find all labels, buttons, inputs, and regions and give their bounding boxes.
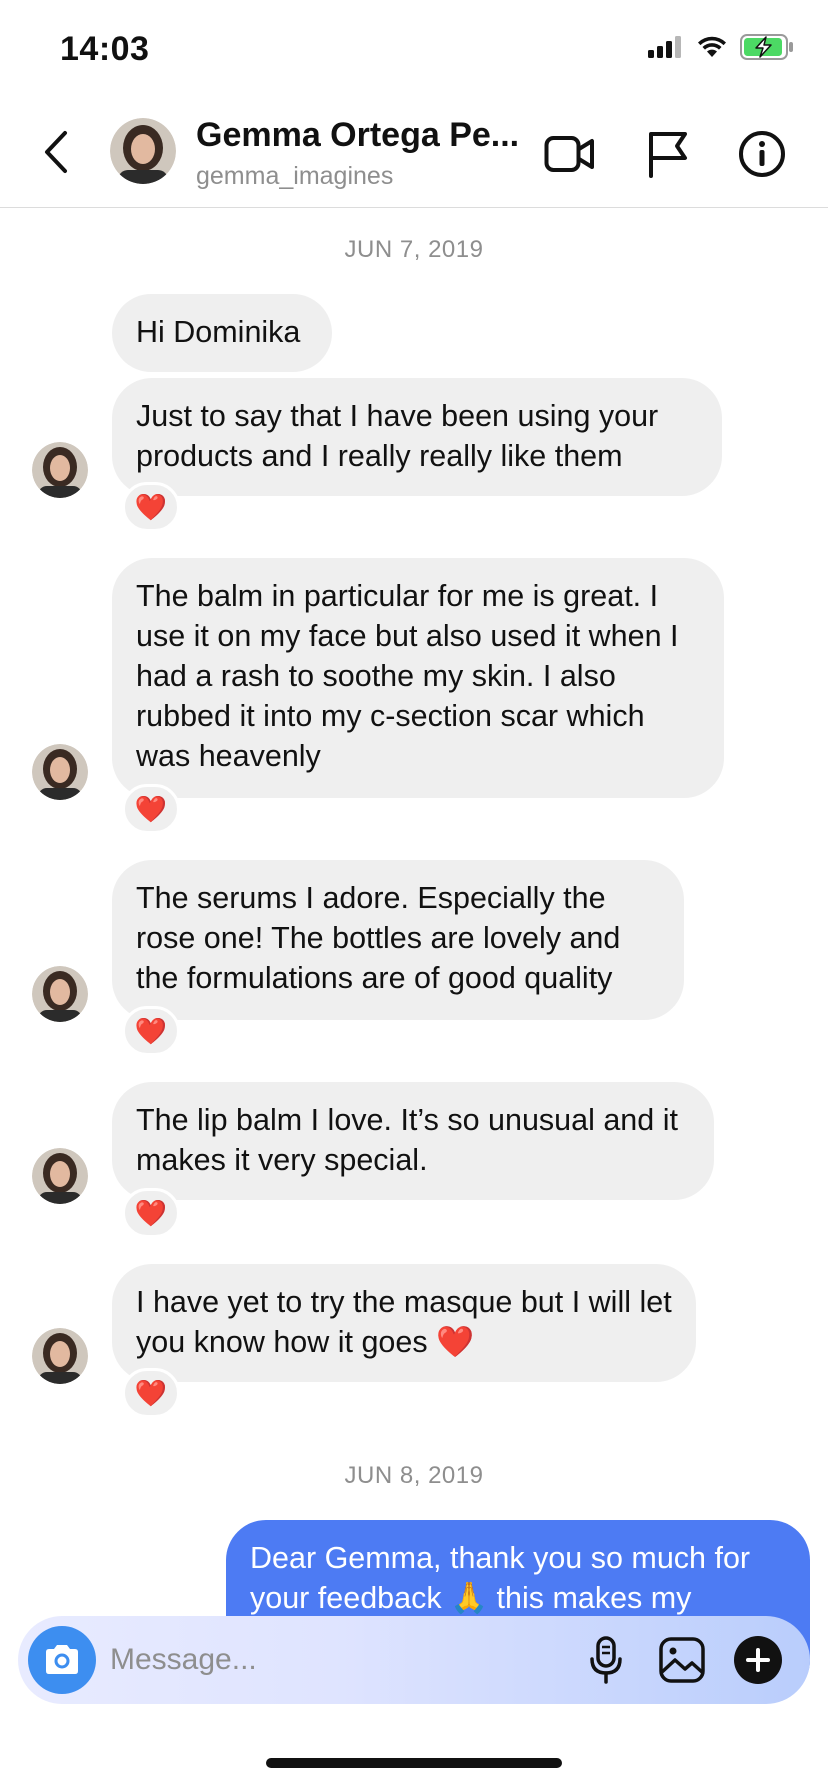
incoming-message[interactable]: Hi Dominika bbox=[112, 294, 332, 372]
back-button[interactable] bbox=[36, 124, 76, 180]
battery-charging-icon bbox=[740, 34, 793, 60]
camera-icon bbox=[46, 1645, 78, 1674]
voice-message-button[interactable] bbox=[578, 1632, 634, 1688]
contact-username[interactable]: gemma_imagines bbox=[196, 162, 393, 191]
video-call-button[interactable] bbox=[542, 126, 598, 182]
microphone-icon bbox=[590, 1636, 622, 1684]
video-call-icon bbox=[544, 136, 594, 172]
incoming-message[interactable]: The serums I adore. Especially the rose … bbox=[112, 860, 684, 1020]
date-separator: JUN 8, 2019 bbox=[344, 1462, 484, 1489]
contact-avatar[interactable] bbox=[110, 118, 176, 184]
status-time: 14:03 bbox=[60, 30, 150, 68]
incoming-message[interactable]: The balm in particular for me is great. … bbox=[112, 558, 724, 798]
plus-icon bbox=[734, 1636, 782, 1684]
heart-reaction[interactable]: ❤️ bbox=[122, 482, 180, 532]
message-input[interactable] bbox=[110, 1634, 490, 1686]
report-flag-button[interactable] bbox=[640, 126, 696, 182]
heart-reaction[interactable]: ❤️ bbox=[122, 1006, 180, 1056]
sender-avatar[interactable] bbox=[32, 1328, 88, 1384]
gallery-button[interactable] bbox=[654, 1632, 710, 1688]
incoming-message[interactable]: I have yet to try the masque but I will … bbox=[112, 1264, 696, 1382]
more-options-button[interactable] bbox=[730, 1632, 786, 1688]
info-icon bbox=[739, 131, 785, 177]
flag-icon bbox=[649, 132, 687, 178]
heart-icon: ❤️ bbox=[134, 793, 168, 824]
signal-icon bbox=[648, 36, 681, 58]
sender-avatar[interactable] bbox=[32, 744, 88, 800]
heart-icon: ❤️ bbox=[134, 491, 168, 522]
heart-reaction[interactable]: ❤️ bbox=[122, 1368, 180, 1418]
heart-icon: ❤️ bbox=[134, 1197, 168, 1228]
sender-avatar[interactable] bbox=[32, 966, 88, 1022]
heart-icon: ❤️ bbox=[134, 1377, 168, 1408]
gallery-icon bbox=[659, 1637, 705, 1683]
info-button[interactable] bbox=[734, 126, 790, 182]
sender-avatar[interactable] bbox=[32, 442, 88, 498]
message-composer bbox=[18, 1616, 810, 1704]
status-bar: 14:03 bbox=[0, 0, 828, 100]
date-separator: JUN 7, 2019 bbox=[344, 236, 484, 263]
home-indicator[interactable] bbox=[266, 1758, 562, 1768]
back-chevron-icon bbox=[45, 131, 67, 173]
incoming-message[interactable]: Just to say that I have been using your … bbox=[112, 378, 722, 496]
status-icons bbox=[648, 34, 794, 60]
incoming-message[interactable]: The lip balm I love. It’s so unusual and… bbox=[112, 1082, 714, 1200]
heart-icon: ❤️ bbox=[134, 1015, 168, 1046]
heart-reaction[interactable]: ❤️ bbox=[122, 1188, 180, 1238]
contact-name[interactable]: Gemma Ortega Pe... bbox=[196, 116, 519, 155]
heart-reaction[interactable]: ❤️ bbox=[122, 784, 180, 834]
camera-button[interactable] bbox=[28, 1626, 96, 1694]
chat-header: Gemma Ortega Pe... gemma_imagines bbox=[0, 100, 828, 208]
wifi-icon bbox=[698, 36, 726, 57]
sender-avatar[interactable] bbox=[32, 1148, 88, 1204]
